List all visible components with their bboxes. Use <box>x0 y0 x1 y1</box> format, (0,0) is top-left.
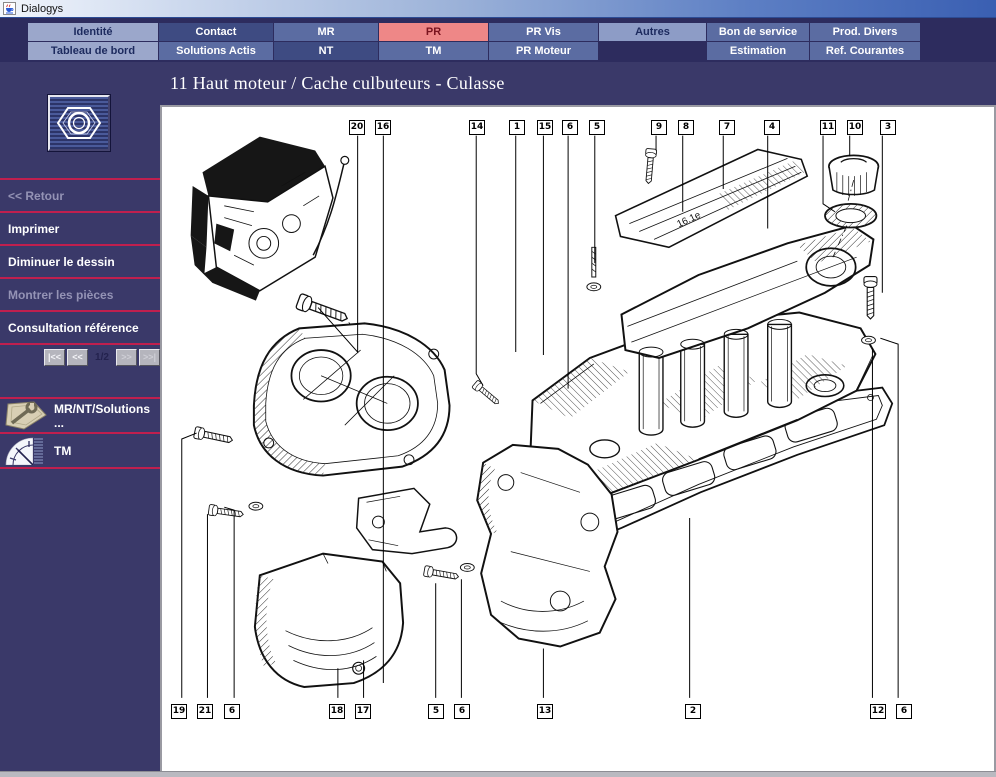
callout-6b[interactable]: 6 <box>224 704 240 719</box>
page-indicator: 1/2 <box>90 352 114 363</box>
callout-11[interactable]: 11 <box>820 120 836 135</box>
sidebar-item-retour[interactable]: << Retour <box>0 180 160 211</box>
callout-8[interactable]: 8 <box>678 120 694 135</box>
callout-9[interactable]: 9 <box>651 120 667 135</box>
upper-timing-cover-illustration <box>254 323 450 475</box>
exploded-engine-diagram: 16.1e <box>162 107 992 771</box>
bolt-5-illustration <box>423 566 459 583</box>
wrench-icon <box>4 401 48 430</box>
ignition-strip-cover-illustration: 16.1e <box>616 149 808 247</box>
tab-mr[interactable]: MR <box>274 23 378 41</box>
previous-page-button[interactable]: << <box>67 349 88 366</box>
tab-estimation[interactable]: Estimation <box>707 42 809 60</box>
window-bottom-border <box>0 771 996 777</box>
window-title: Dialogys <box>21 3 63 15</box>
tab-autres[interactable]: Autres <box>599 23 706 41</box>
callout-6d[interactable]: 6 <box>896 704 912 719</box>
last-page-button[interactable]: >>| <box>139 349 160 366</box>
callout-3[interactable]: 3 <box>880 120 896 135</box>
tab-tableau-de-bord[interactable]: Tableau de bord <box>28 42 158 60</box>
sidebar-item-montrer-les-pieces[interactable]: Montrer les pièces <box>0 279 160 310</box>
drawing-canvas: 16.1e <box>160 105 996 771</box>
tab-pr-vis[interactable]: PR Vis <box>489 23 598 41</box>
oil-filler-cap-illustration <box>829 155 878 196</box>
tab-tm[interactable]: TM <box>379 42 488 60</box>
tab-grid: Identité Contact MR PR PR Vis Autres Bon… <box>28 23 920 60</box>
next-page-button[interactable]: >> <box>116 349 137 366</box>
tab-bon-de-service[interactable]: Bon de service <box>707 23 809 41</box>
bolt-14-illustration <box>472 380 502 407</box>
callout-6c[interactable]: 6 <box>454 704 470 719</box>
lower-timing-cover-illustration <box>255 554 403 687</box>
divider <box>0 343 160 345</box>
callout-1[interactable]: 1 <box>509 120 525 135</box>
tab-empty-cell <box>599 42 706 60</box>
callout-17[interactable]: 17 <box>355 704 371 719</box>
sidebar-item-imprimer[interactable]: Imprimer <box>0 213 160 244</box>
tab-strip: Identité Contact MR PR PR Vis Autres Bon… <box>0 18 996 62</box>
sidebar-item-label: TM <box>54 444 71 458</box>
page-title: 11 Haut moteur / Cache culbuteurs - Cula… <box>160 62 996 105</box>
bolt-12-illustration <box>864 277 877 319</box>
tab-pr-moteur[interactable]: PR Moteur <box>489 42 598 60</box>
tab-pr[interactable]: PR <box>379 23 488 41</box>
tab-contact[interactable]: Contact <box>159 23 273 41</box>
sidebar-item-tm[interactable]: TM <box>0 434 160 467</box>
bolt-21-illustration <box>208 504 244 519</box>
callout-6a[interactable]: 6 <box>562 120 578 135</box>
callout-14[interactable]: 14 <box>469 120 485 135</box>
callout-7[interactable]: 7 <box>719 120 735 135</box>
sidebar-item-consultation-reference[interactable]: Consultation référence <box>0 312 160 343</box>
bolt-9-illustration <box>643 148 657 183</box>
java-coffee-cup-icon <box>3 2 16 15</box>
hex-nut-logo <box>48 95 110 151</box>
stud-5-6-illustration <box>587 247 601 290</box>
dialogys-window: Dialogys Identité Contact MR PR PR Vis A… <box>0 0 996 777</box>
washer-6-left-illustration <box>249 502 263 510</box>
tab-nt[interactable]: NT <box>274 42 378 60</box>
sidebar-item-label: MR/NT/Solutions ... <box>54 402 160 430</box>
main-area: << Retour Imprimer Diminuer le dessin Mo… <box>0 62 996 771</box>
engine-block-illustration <box>191 137 349 301</box>
inner-cover-illustration <box>477 445 617 647</box>
callout-19[interactable]: 19 <box>171 704 187 719</box>
callout-4[interactable]: 4 <box>764 120 780 135</box>
gauge-icon <box>4 436 48 465</box>
cap-seal-illustration <box>825 204 876 228</box>
callout-12[interactable]: 12 <box>870 704 886 719</box>
tab-prod-divers[interactable]: Prod. Divers <box>810 23 920 41</box>
callout-21[interactable]: 21 <box>197 704 213 719</box>
callout-15[interactable]: 15 <box>537 120 553 135</box>
page-navigation: |<< << 1/2 >> >>| <box>44 348 162 366</box>
washer-6-right-illustration <box>862 336 876 344</box>
washer-6-center-illustration <box>460 564 474 572</box>
long-bolt-illustration <box>296 293 350 326</box>
sidebar-item-mr-nt-solutions[interactable]: MR/NT/Solutions ... <box>0 399 160 432</box>
first-page-button[interactable]: |<< <box>44 349 65 366</box>
callout-10[interactable]: 10 <box>847 120 863 135</box>
callout-5b[interactable]: 5 <box>428 704 444 719</box>
callout-2[interactable]: 2 <box>685 704 701 719</box>
mount-bracket-illustration <box>357 488 457 553</box>
sidebar: << Retour Imprimer Diminuer le dessin Mo… <box>0 62 160 771</box>
callout-16[interactable]: 16 <box>375 120 391 135</box>
sidebar-item-diminuer-le-dessin[interactable]: Diminuer le dessin <box>0 246 160 277</box>
divider <box>0 467 160 469</box>
bolt-19-illustration <box>193 426 233 446</box>
tab-ref-courantes[interactable]: Ref. Courantes <box>810 42 920 60</box>
callout-5[interactable]: 5 <box>589 120 605 135</box>
callout-18[interactable]: 18 <box>329 704 345 719</box>
content-area: 11 Haut moteur / Cache culbuteurs - Cula… <box>160 62 996 771</box>
callout-13[interactable]: 13 <box>537 704 553 719</box>
tab-identite[interactable]: Identité <box>28 23 158 41</box>
tab-solutions-actis[interactable]: Solutions Actis <box>159 42 273 60</box>
callout-20[interactable]: 20 <box>349 120 365 135</box>
window-titlebar: Dialogys <box>0 0 996 18</box>
